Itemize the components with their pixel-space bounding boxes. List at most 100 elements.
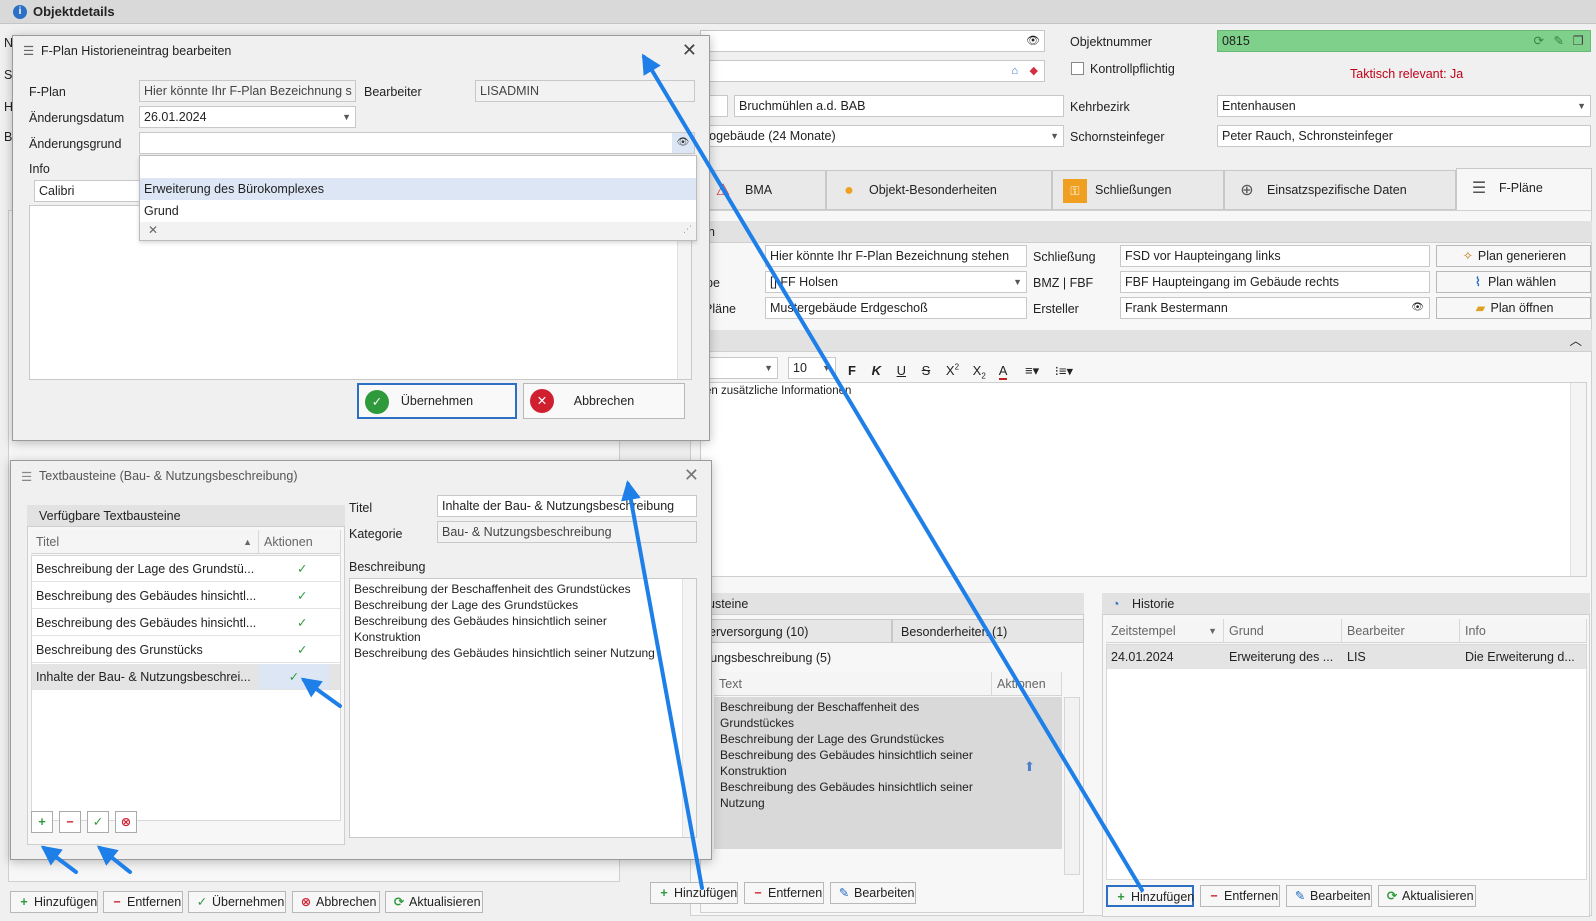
historie-col-grund[interactable]: Grund <box>1224 619 1342 643</box>
map-icon[interactable]: ⌂ <box>1011 61 1018 81</box>
gruppe-select[interactable]: [] FF Holsen ▼ <box>765 271 1027 293</box>
historie-col-info[interactable]: Info <box>1460 619 1587 643</box>
check-icon[interactable]: ✓ <box>297 637 307 662</box>
tb-col-actions[interactable]: Aktionen <box>992 672 1062 696</box>
col-title[interactable]: Titel ▲ <box>31 530 259 554</box>
search-field[interactable]: 👁 <box>700 30 1045 52</box>
kontrollpflichtig-checkbox[interactable] <box>1071 62 1084 75</box>
check-icon[interactable]: ✓ <box>297 556 307 581</box>
col-actions[interactable]: Aktionen <box>259 530 341 554</box>
list-bullets-icon[interactable]: ⁝≡▾ <box>1055 363 1073 378</box>
cancel-item-button[interactable]: ⊗ <box>115 811 137 833</box>
dialog-cancel-button[interactable]: ✕ Abbrechen <box>523 383 685 419</box>
bottom-refresh-button[interactable]: ⟳ Aktualisieren <box>385 891 483 913</box>
underline-icon[interactable]: U <box>897 363 906 378</box>
tb-scrollbar[interactable] <box>1064 697 1080 875</box>
historie-col-zeitstempel[interactable]: Zeitstempel ▼ <box>1106 619 1224 643</box>
resize-grip-icon[interactable]: ⋰ <box>683 224 692 235</box>
bottom-add-button[interactable]: + Hinzufügen <box>10 891 98 913</box>
add-item-button[interactable]: + <box>31 811 53 833</box>
historie-col-bearbeiter[interactable]: Bearbeiter <box>1342 619 1460 643</box>
refresh-icon[interactable]: ⟳ <box>1534 31 1544 51</box>
tb-edit-button[interactable]: ✎ Bearbeiten <box>830 882 916 904</box>
check-icon[interactable]: ✓ <box>297 610 307 635</box>
dropdown-option[interactable]: Grund <box>140 200 696 222</box>
dropdown-option[interactable]: Erweiterung des Bürokomplexes <box>140 178 696 200</box>
subscript-icon[interactable]: X2 <box>973 363 986 381</box>
list-item[interactable]: Beschreibung des Gebäudes hinsichtl... ✓ <box>32 610 340 636</box>
schliessung-field[interactable]: FSD vor Haupteingang links <box>1120 245 1430 267</box>
ersteller-field[interactable]: Frank Bestermann 👁 <box>1120 297 1430 319</box>
italic-icon[interactable]: K <box>872 363 881 378</box>
dialog-ok-button[interactable]: ✓ Übernehmen <box>357 383 517 419</box>
copy-icon[interactable]: ❐ <box>1573 31 1584 51</box>
tb-remove-button[interactable]: − Entfernen <box>744 882 824 904</box>
objektnummer-field[interactable]: 0815 ⟳ ✎ ❐ <box>1217 30 1591 52</box>
edit-check-icon[interactable]: ✎ <box>1554 31 1564 51</box>
strikethrough-icon[interactable]: S <box>922 363 931 378</box>
titel-field[interactable]: Inhalte der Bau- & Nutzungsbeschreibung <box>437 495 697 517</box>
close-icon[interactable]: ✕ <box>684 465 699 486</box>
plaene-field[interactable]: Mustergebäude Erdgeschoß <box>765 297 1027 319</box>
align-icon[interactable]: ≡▾ <box>1025 363 1039 378</box>
bold-icon[interactable]: F <box>848 363 856 378</box>
editor-fontsize-select[interactable]: 10 ▼ <box>788 357 836 379</box>
grund-input[interactable]: 👁 <box>139 132 695 154</box>
tb-tab-versorgung[interactable]: erversorgung (10) <box>700 619 892 643</box>
binoculars-icon[interactable]: 👁 <box>1411 298 1424 318</box>
info-font-select[interactable]: Calibri <box>34 180 144 202</box>
tab-f-plaene[interactable]: ☰ F-Pläne <box>1456 168 1592 212</box>
kehrbezirk-select[interactable]: Entenhausen ▼ <box>1217 95 1591 117</box>
bottom-accept-button[interactable]: ✓ Übernehmen <box>188 891 286 913</box>
editor-area[interactable]: en zusätzliche Informationen <box>700 382 1587 577</box>
tab-schliessungen[interactable]: ⚿ Schließungen <box>1052 170 1224 210</box>
clear-icon[interactable]: ✕ <box>148 223 158 237</box>
dropdown-option-empty[interactable] <box>140 156 696 178</box>
beschreibung-textarea[interactable]: Beschreibung der Beschaffenheit des Grun… <box>349 578 697 838</box>
bottom-remove-button[interactable]: − Entfernen <box>103 891 183 913</box>
ort-field[interactable]: Bruchmühlen a.d. BAB <box>734 95 1064 117</box>
list-item-selected[interactable]: Inhalte der Bau- & Nutzungsbeschrei... ✓ <box>32 664 340 690</box>
collapse-icon[interactable]: ︿ <box>1569 330 1582 352</box>
bmz-field[interactable]: FBF Haupteingang im Gebäude rechts <box>1120 271 1430 293</box>
address-field[interactable]: ⌂ ◆ <box>700 60 1045 82</box>
list-item[interactable]: Beschreibung der Lage des Grundstü... ✓ <box>32 556 340 582</box>
datum-picker[interactable]: 26.01.2024 ▼ <box>139 106 356 128</box>
superscript-icon[interactable]: X2 <box>946 363 959 378</box>
tb-add-button[interactable]: + Hinzufügen <box>650 882 738 904</box>
tb-col-text[interactable]: Text <box>714 672 992 696</box>
bottom-cancel-button[interactable]: ⊗ Abbrechen <box>292 891 380 913</box>
historie-add-button[interactable]: + Hinzufügen <box>1106 885 1194 907</box>
textarea-scrollbar[interactable] <box>682 579 696 837</box>
schornsteinfeger-field[interactable]: Peter Rauch, Schronsteinfeger <box>1217 125 1591 147</box>
tb-content-cell[interactable]: Beschreibung der Beschaffenheit des Grun… <box>714 697 1062 849</box>
close-icon[interactable]: ✕ <box>682 40 697 61</box>
objekttyp-select[interactable]: rogebäude (24 Monate) ▼ <box>700 125 1064 147</box>
table-row[interactable]: 24.01.2024 Erweiterung des ... LIS Die E… <box>1107 645 1586 669</box>
check-icon[interactable]: ✓ <box>297 583 307 608</box>
tab-objekt-besonderheiten[interactable]: ● Objekt-Besonderheiten <box>826 170 1052 210</box>
tab-bma[interactable]: ⚠ BMA <box>700 170 826 210</box>
plan-generate-button[interactable]: ✧ Plan generieren <box>1436 245 1591 267</box>
plan-choose-button[interactable]: ⌇ Plan wählen <box>1436 271 1591 293</box>
remove-item-button[interactable]: − <box>59 811 81 833</box>
fplan-bezeichnung-field[interactable]: Hier könnte Ihr F-Plan Bezeichnung stehe… <box>765 245 1027 267</box>
list-item[interactable]: Beschreibung des Grunstücks ✓ <box>32 637 340 663</box>
tab-einsatzspezifische-daten[interactable]: ⊕ Einsatzspezifische Daten <box>1224 170 1456 210</box>
tb-tab-besonderheiten[interactable]: Besonderheiten (1) <box>892 619 1084 643</box>
binoculars-icon[interactable]: 👁 <box>1026 31 1040 51</box>
plan-open-button[interactable]: ▰ Plan öffnen <box>1436 297 1591 319</box>
historie-edit-button[interactable]: ✎ Bearbeiten <box>1286 885 1372 907</box>
historie-remove-button[interactable]: − Entfernen <box>1200 885 1280 907</box>
binoculars-icon[interactable]: 👁 <box>672 133 694 153</box>
editor-scrollbar[interactable] <box>1570 383 1586 576</box>
arrow-up-icon[interactable]: ⬆ <box>1024 759 1035 775</box>
accept-item-button[interactable]: ✓ <box>87 811 109 833</box>
historie-refresh-button[interactable]: ⟳ Aktualisieren <box>1378 885 1476 907</box>
list-item[interactable]: Beschreibung des Gebäudes hinsichtl... ✓ <box>32 583 340 609</box>
font-color-icon[interactable]: A <box>998 363 1008 381</box>
check-icon[interactable]: ✓ <box>259 664 329 689</box>
editor-font-select[interactable]: ▼ <box>700 357 778 379</box>
filter-icon[interactable]: ▼ <box>1208 619 1217 643</box>
eraser-icon[interactable]: ◆ <box>1030 61 1038 81</box>
